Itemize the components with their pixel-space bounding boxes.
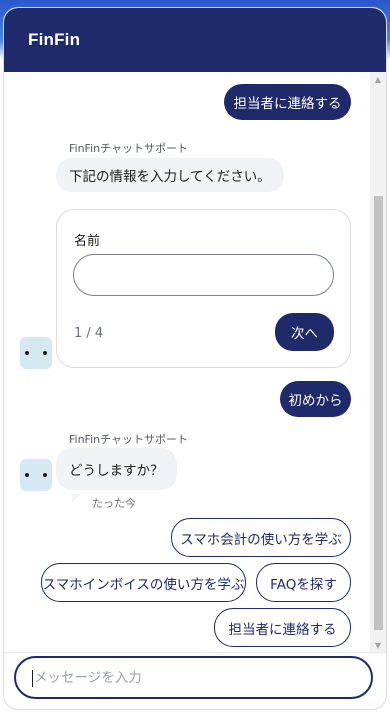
scroll-up-arrow-icon[interactable]: ▲ <box>370 72 386 86</box>
bot-sender-name-2: FinFinチャットサポート <box>69 433 188 446</box>
message-input[interactable] <box>14 656 373 699</box>
name-field-label: 名前 <box>74 234 101 249</box>
chat-header: FinFin <box>4 8 386 72</box>
app-title: FinFin <box>28 30 81 49</box>
scroll-thumb[interactable] <box>374 196 383 630</box>
text-caret <box>32 670 33 687</box>
bot-message-2: どうしますか？ <box>56 448 177 490</box>
user-message-restart: 初めから <box>280 381 351 417</box>
name-input[interactable] <box>73 254 334 296</box>
chat-scrollbar[interactable]: ▲ ▼ <box>370 72 386 652</box>
quick-reply-faq[interactable]: FAQを探す <box>256 563 351 602</box>
next-button[interactable]: 次へ <box>275 313 334 351</box>
quick-reply-learn-invoice[interactable]: スマホインボイスの使い方を学ぶ <box>41 563 246 602</box>
bot-message: 下記の情報を入力してください。 <box>56 158 284 192</box>
message-timestamp: たった今 <box>92 497 136 510</box>
chat-log[interactable]: 担当者に連絡する FinFinチャットサポート 下記の情報を入力してください。 … <box>4 72 386 652</box>
quick-reply-learn-accounting[interactable]: スマホ会計の使い方を学ぶ <box>171 518 351 557</box>
bot-avatar-icon-2 <box>20 459 52 491</box>
bubble-tail <box>72 494 81 503</box>
composer <box>4 652 386 709</box>
form-step-indicator: 1 / 4 <box>74 326 104 341</box>
quick-reply-contact[interactable]: 担当者に連絡する <box>214 608 351 647</box>
chat-widget: FinFin 担当者に連絡する FinFinチャットサポート 下記の情報を入力し… <box>4 8 386 709</box>
scroll-down-arrow-icon[interactable]: ▼ <box>370 638 386 652</box>
bot-sender-name: FinFinチャットサポート <box>69 142 188 155</box>
user-message-contact: 担当者に連絡する <box>224 84 351 120</box>
name-form-card: 名前 1 / 4 次へ <box>56 209 351 368</box>
bot-avatar-icon <box>20 337 52 369</box>
